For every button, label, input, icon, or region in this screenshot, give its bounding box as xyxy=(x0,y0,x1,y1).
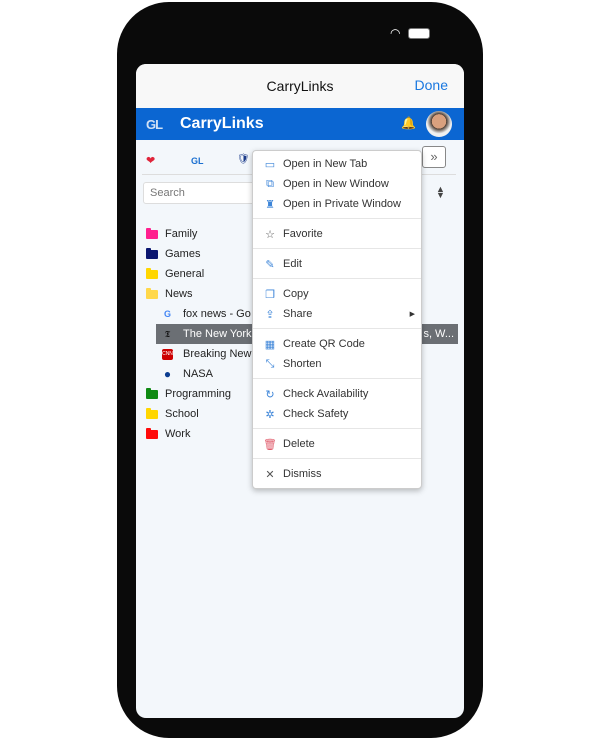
link-label: NASA xyxy=(183,368,213,380)
folder-icon xyxy=(146,227,158,239)
new-tab-icon: ▭ xyxy=(264,158,276,171)
menu-item-label: Share xyxy=(283,308,313,320)
link-label: fox news - Go xyxy=(183,308,251,320)
menu-separator xyxy=(253,378,421,379)
folder-label: School xyxy=(165,408,199,420)
bell-icon[interactable]: 🔔 xyxy=(401,116,416,130)
google-icon: G xyxy=(163,308,171,319)
trash-icon: 🗑 xyxy=(263,438,277,451)
new-window-icon: ⧉ xyxy=(266,177,274,190)
link-label: The New York xyxy=(183,328,252,340)
submenu-arrow-icon: ▶ xyxy=(409,311,415,318)
edit-icon: ✎ xyxy=(265,258,275,271)
menu-separator xyxy=(253,428,421,429)
menu-separator xyxy=(253,328,421,329)
more-favorites-button[interactable]: » xyxy=(422,146,446,168)
menu-item-label: Open in Private Window xyxy=(283,198,401,210)
menu-item-label: Edit xyxy=(283,258,302,270)
nyt-icon: 𝕿 xyxy=(164,328,171,339)
menu-item-favorite[interactable]: ☆ Favorite xyxy=(253,224,421,244)
menu-item-label: Copy xyxy=(283,288,309,300)
menu-item-share[interactable]: ⇪ Share ▶ xyxy=(253,304,421,324)
link-label-tail: s, W... xyxy=(423,328,454,340)
menu-item-label: Check Safety xyxy=(283,408,349,420)
nasa-icon: ● xyxy=(163,366,172,381)
copy-icon: ❐ xyxy=(265,288,275,301)
menu-item-label: Shorten xyxy=(283,358,322,370)
share-icon: ⇪ xyxy=(265,308,275,321)
folder-label: Programming xyxy=(165,388,232,400)
battery-icon xyxy=(408,27,431,39)
menu-item-shorten[interactable]: ⤡ Shorten xyxy=(253,354,421,374)
bug-icon: ✲ xyxy=(265,408,275,421)
wifi-icon: ◠ xyxy=(390,26,401,40)
link-label: Breaking New xyxy=(183,348,252,360)
folder-label: General xyxy=(165,268,205,280)
carrylinks-icon[interactable]: GL xyxy=(191,156,204,166)
menu-item-label: Open in New Window xyxy=(283,178,389,190)
avatar[interactable] xyxy=(426,111,452,137)
status-bar: ◠ xyxy=(390,26,431,40)
carrylinks-logo: GL xyxy=(146,116,163,132)
folder-label: Games xyxy=(165,248,201,260)
menu-item-label: Open in New Tab xyxy=(283,158,368,170)
folder-icon xyxy=(146,247,158,259)
menu-item-check-safety[interactable]: ✲ Check Safety xyxy=(253,404,421,424)
refresh-icon: ↻ xyxy=(265,388,275,401)
folder-icon xyxy=(146,427,158,439)
menu-item-label: Favorite xyxy=(283,228,323,240)
menu-separator xyxy=(253,458,421,459)
menu-item-label: Check Availability xyxy=(283,388,369,400)
menu-item-dismiss[interactable]: ✕ Dismiss xyxy=(253,464,421,484)
context-menu: ▭ Open in New Tab ⧉ Open in New Window ♜ Open… xyxy=(252,150,422,489)
folder-icon xyxy=(146,407,158,419)
menu-item-check-availability[interactable]: ↻ Check Availability xyxy=(253,384,421,404)
menu-item-delete[interactable]: 🗑 Delete xyxy=(253,434,421,454)
sort-icon[interactable]: ▲ ▼ xyxy=(436,185,445,200)
menu-item-label: Dismiss xyxy=(283,468,322,480)
folder-label: Work xyxy=(165,428,191,440)
menu-item-edit[interactable]: ✎ Edit xyxy=(253,254,421,274)
menu-item-open-in-private-window[interactable]: ♜ Open in Private Window xyxy=(253,194,421,214)
menu-item-open-in-new-tab[interactable]: ▭ Open in New Tab xyxy=(253,154,421,174)
folder-label: News xyxy=(165,288,193,300)
menu-item-label: Delete xyxy=(283,438,315,450)
cnn-icon: CNN xyxy=(162,348,173,360)
menu-item-copy[interactable]: ❐ Copy xyxy=(253,284,421,304)
menu-item-label: Create QR Code xyxy=(283,338,365,350)
nav-bar: CarryLinks Done xyxy=(136,64,464,108)
close-icon: ✕ xyxy=(265,468,275,481)
menu-item-open-in-new-window[interactable]: ⧉ Open in New Window xyxy=(253,174,421,194)
shorten-icon: ⤡ xyxy=(265,357,275,370)
menu-separator xyxy=(253,248,421,249)
folder-label: Family xyxy=(165,228,198,240)
menu-item-create-qr-code[interactable]: ▦ Create QR Code xyxy=(253,334,421,354)
folder-icon xyxy=(146,387,158,399)
app-title: CarryLinks xyxy=(180,115,264,132)
folder-icon xyxy=(146,267,158,279)
star-icon: ☆ xyxy=(265,228,275,241)
menu-separator xyxy=(253,218,421,219)
app-header: GL CarryLinks 🔔 xyxy=(136,108,464,140)
private-window-icon: ♜ xyxy=(265,198,275,211)
done-button[interactable]: Done xyxy=(415,77,448,93)
heart-icon[interactable]: ❤ xyxy=(146,154,155,167)
folder-open-icon xyxy=(146,287,158,299)
menu-separator xyxy=(253,278,421,279)
nfl-icon[interactable]: 🛡 xyxy=(237,154,250,165)
qr-code-icon: ▦ xyxy=(264,338,276,351)
